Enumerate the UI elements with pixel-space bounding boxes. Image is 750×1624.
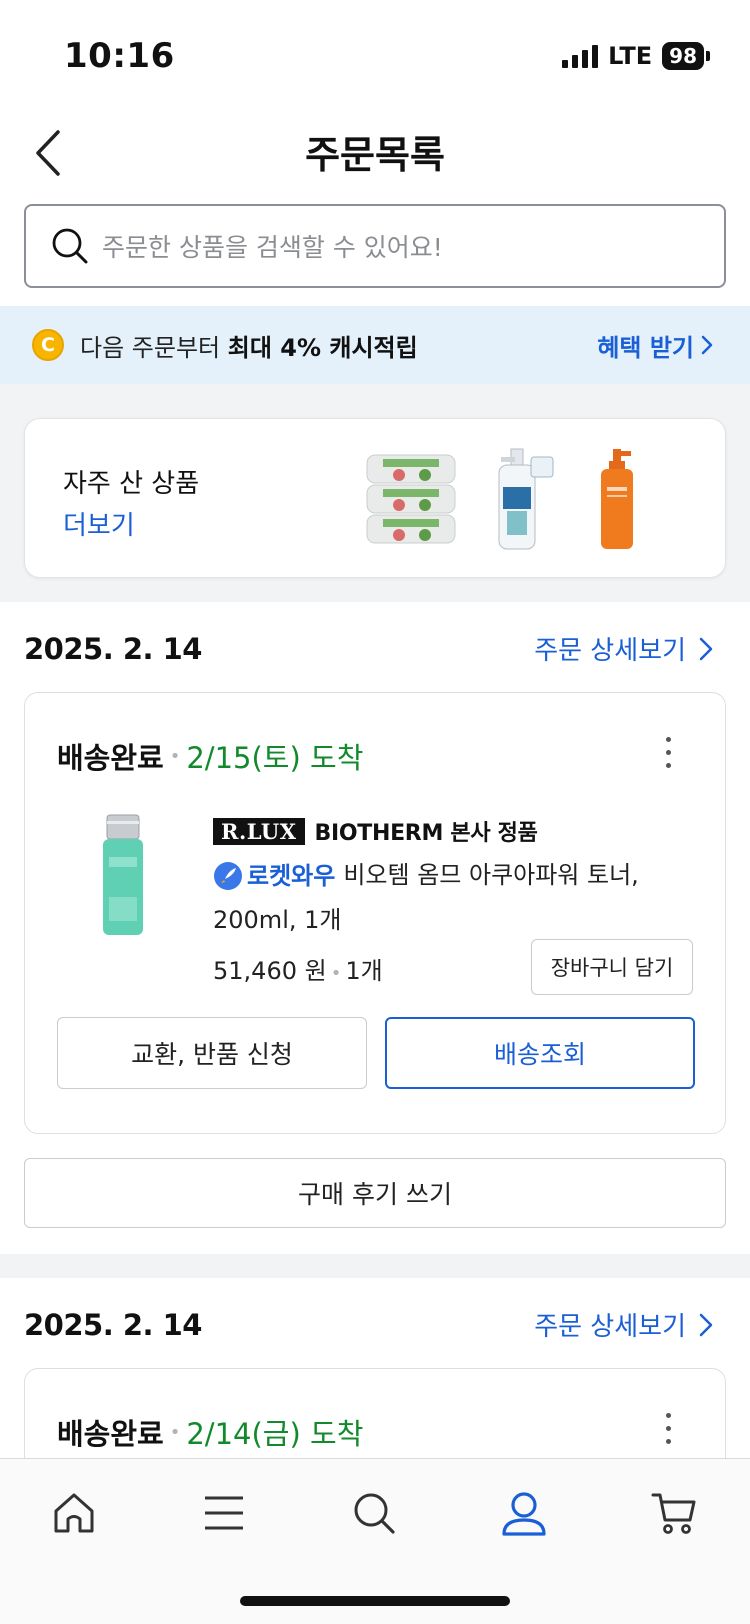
banner-text-bold: 최대 4% 캐시적립	[227, 333, 418, 362]
home-indicator	[240, 1596, 510, 1606]
tab-cart[interactable]	[644, 1483, 704, 1543]
header: 주문목록	[0, 110, 750, 196]
network-label: LTE	[608, 42, 653, 70]
price-line: 51,460 원 • 1개	[213, 957, 383, 985]
order-date: 2025. 2. 14	[24, 1308, 202, 1342]
tab-my-page[interactable]	[494, 1483, 554, 1543]
banner-text: 다음 주문부터 최대 4% 캐시적립	[80, 328, 418, 363]
status-indicators: LTE 98	[562, 42, 710, 70]
status-bar: 10:16 LTE 98	[0, 0, 750, 110]
frequent-products-card: 자주 산 상품 더보기	[24, 418, 726, 578]
more-options-icon[interactable]	[663, 1413, 673, 1449]
chevron-right-icon	[701, 335, 713, 355]
product-price: 51,460 원	[213, 957, 327, 985]
arrival-date: 2/15(토) 도착	[186, 741, 364, 775]
rlux-badge: R.LUX	[213, 817, 305, 845]
menu-icon	[205, 1496, 243, 1530]
search-area: 주문한 상품을 검색할 수 있어요!	[0, 196, 750, 306]
arrival-date: 2/14(금) 도착	[186, 1417, 364, 1451]
frequent-more-link[interactable]: 더보기	[63, 505, 135, 542]
benefit-link-label: 혜택 받기	[597, 333, 694, 362]
tab-search[interactable]	[344, 1483, 404, 1543]
add-to-cart-button[interactable]: 장바구니 담기	[531, 939, 693, 995]
chevron-right-icon	[699, 637, 713, 660]
signal-icon	[562, 44, 599, 68]
shampoo-product-thumb[interactable]	[489, 447, 559, 551]
cart-icon	[651, 1493, 696, 1534]
status-label: 배송완료	[57, 1417, 164, 1451]
write-review-button[interactable]: 구매 후기 쓰기	[24, 1158, 726, 1228]
rocket-wow-label: 로켓와우	[247, 862, 336, 890]
order-detail-label: 주문 상세보기	[534, 1312, 686, 1342]
rocket-wow-badge: 로켓와우	[213, 854, 335, 898]
user-icon	[502, 1492, 546, 1536]
order-detail-link[interactable]: 주문 상세보기	[534, 630, 714, 667]
toner-product-image[interactable]	[99, 813, 147, 937]
search-icon	[52, 228, 88, 264]
rocket-icon	[214, 862, 242, 890]
order-section-2: 2025. 2. 14 주문 상세보기 배송완료 • 2/14(금) 도착	[0, 1278, 750, 1528]
home-icon	[54, 1493, 94, 1533]
battery-level: 98	[662, 42, 704, 70]
product-name[interactable]: 로켓와우 비오템 옴므 아쿠아파워 토너, 200ml, 1개	[213, 853, 683, 942]
brand-text: BIOTHERM 본사 정품	[314, 821, 538, 846]
status-time: 10:16	[64, 36, 175, 76]
search-placeholder: 주문한 상품을 검색할 수 있어요!	[102, 233, 443, 262]
delivery-status: 배송완료 • 2/15(토) 도착	[57, 735, 363, 777]
more-options-icon[interactable]	[663, 737, 673, 773]
order-detail-link[interactable]: 주문 상세보기	[534, 1306, 714, 1343]
cash-banner[interactable]: C 다음 주문부터 최대 4% 캐시적립 혜택 받기	[0, 306, 750, 384]
search-icon	[354, 1493, 395, 1534]
order-card: 배송완료 • 2/15(토) 도착 R.LUX BIOTHERM 본사 정품 로…	[24, 692, 726, 1134]
bottom-tab-bar	[0, 1458, 750, 1624]
frequent-title: 자주 산 상품	[63, 469, 200, 499]
tab-menu[interactable]	[194, 1483, 254, 1543]
page-title: 주문목록	[305, 133, 445, 177]
coin-icon: C	[32, 329, 64, 361]
search-input[interactable]: 주문한 상품을 검색할 수 있어요!	[24, 204, 726, 288]
status-label: 배송완료	[57, 741, 164, 775]
product-quantity: 1개	[345, 957, 383, 985]
order-date: 2025. 2. 14	[24, 632, 202, 666]
brand-line: R.LUX BIOTHERM 본사 정품	[213, 815, 538, 847]
orange-bottle-product-thumb[interactable]	[593, 447, 643, 551]
tab-home[interactable]	[44, 1483, 104, 1543]
battery-icon: 98	[662, 42, 710, 70]
exchange-return-button[interactable]: 교환, 반품 신청	[57, 1017, 367, 1089]
track-delivery-button[interactable]: 배송조회	[385, 1017, 695, 1089]
wrap-roll-product-thumb[interactable]	[363, 447, 459, 551]
order-section-1: 2025. 2. 14 주문 상세보기 배송완료 • 2/15(토) 도착 R.…	[0, 602, 750, 1254]
chevron-right-icon	[699, 1313, 713, 1336]
order-detail-label: 주문 상세보기	[534, 636, 686, 666]
delivery-status: 배송완료 • 2/14(금) 도착	[57, 1411, 363, 1453]
banner-text-prefix: 다음 주문부터	[80, 333, 228, 362]
benefit-link[interactable]: 혜택 받기	[597, 328, 714, 363]
